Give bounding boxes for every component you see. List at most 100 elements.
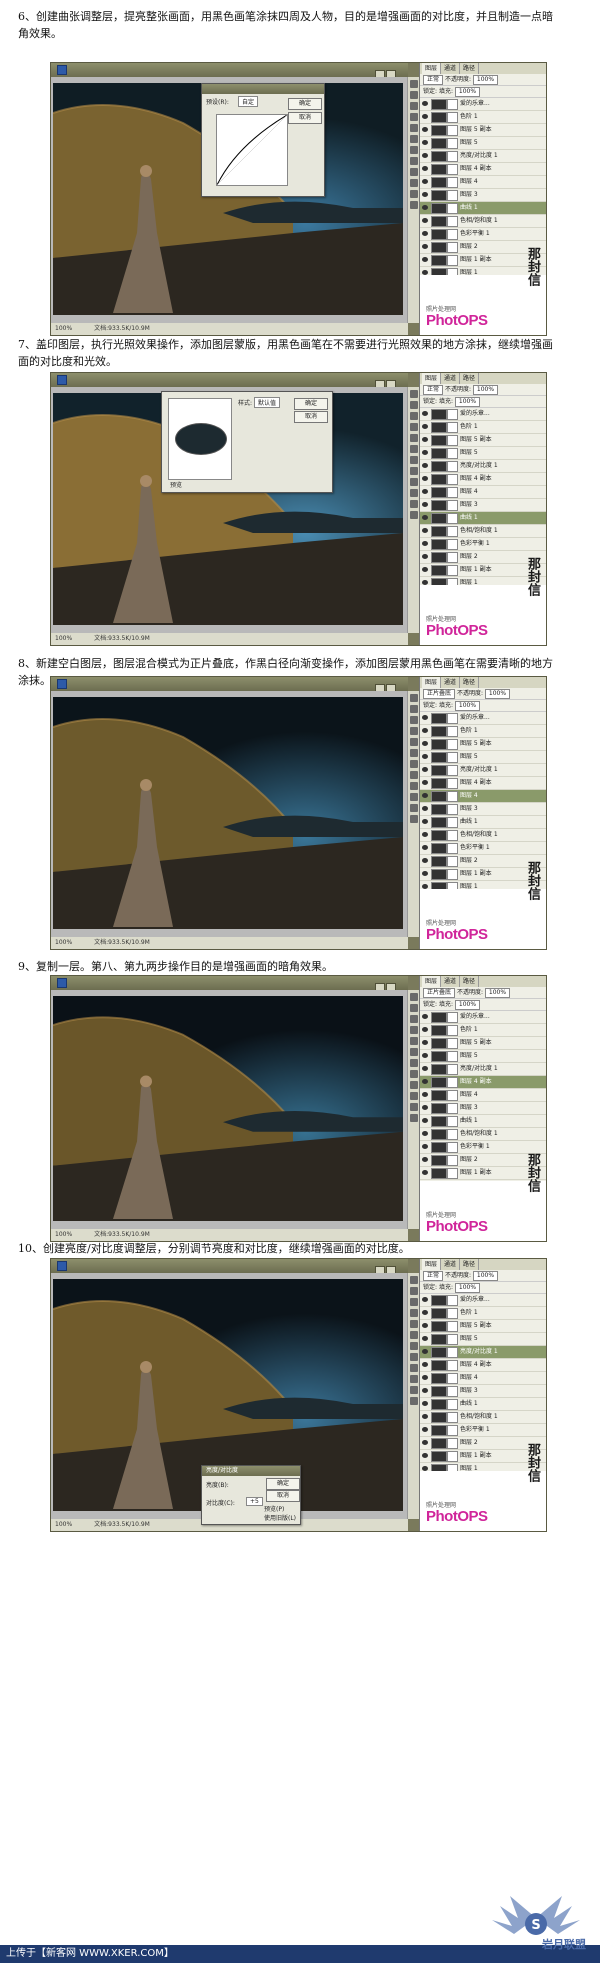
layer-name[interactable]: 图层 5 bbox=[460, 751, 478, 763]
layer-name[interactable]: 爱的乐章... bbox=[460, 712, 490, 724]
history-icon[interactable] bbox=[410, 423, 418, 431]
layer-mask-thumbnail[interactable] bbox=[447, 565, 458, 576]
swatch-icon[interactable] bbox=[410, 168, 418, 176]
swatch-icon[interactable] bbox=[410, 1364, 418, 1372]
color-icon[interactable] bbox=[410, 1375, 418, 1383]
layer-name[interactable]: 色相/饱和度 1 bbox=[460, 215, 498, 227]
layer-mask-thumbnail[interactable] bbox=[447, 1025, 458, 1036]
layer-name[interactable]: 亮度/对比度 1 bbox=[460, 1346, 498, 1358]
brush-icon[interactable] bbox=[410, 401, 418, 409]
layer-mask-thumbnail[interactable] bbox=[447, 1425, 458, 1436]
layer-name[interactable]: 亮度/对比度 1 bbox=[460, 150, 498, 162]
eye-icon[interactable] bbox=[422, 166, 428, 171]
layer-mask-thumbnail[interactable] bbox=[447, 487, 458, 498]
window-controls[interactable] bbox=[374, 978, 404, 1012]
layer-mask-thumbnail[interactable] bbox=[447, 409, 458, 420]
tab-channels[interactable]: 通道 bbox=[441, 63, 461, 74]
scissors-icon[interactable] bbox=[410, 694, 418, 702]
layer-row[interactable]: 图层 3 bbox=[420, 189, 546, 202]
info-icon[interactable] bbox=[410, 146, 418, 154]
blend-mode-select[interactable]: 正常 bbox=[423, 74, 444, 85]
layer-mask-thumbnail[interactable] bbox=[447, 791, 458, 802]
layer-row[interactable]: 图层 3 bbox=[420, 499, 546, 512]
layer-row[interactable]: 图层 5 副本 bbox=[420, 738, 546, 751]
eye-icon[interactable] bbox=[422, 1131, 428, 1136]
nav-icon[interactable] bbox=[410, 511, 418, 519]
layer-row[interactable]: 图层 4 副本 bbox=[420, 163, 546, 176]
layer-name[interactable]: 图层 2 bbox=[460, 1154, 478, 1166]
zoom-readout[interactable]: 100% bbox=[55, 1521, 72, 1528]
layer-row[interactable]: 色阶 1 bbox=[420, 1307, 546, 1320]
layer-row[interactable]: 图层 5 bbox=[420, 751, 546, 764]
layer-name[interactable]: 图层 4 副本 bbox=[460, 473, 492, 485]
nav-icon[interactable] bbox=[410, 1114, 418, 1122]
layer-name[interactable]: 色阶 1 bbox=[460, 111, 478, 123]
opacity-input[interactable]: 100% bbox=[472, 384, 499, 395]
layer-row[interactable]: 亮度/对比度 1 bbox=[420, 460, 546, 473]
layer-mask-thumbnail[interactable] bbox=[447, 190, 458, 201]
eye-icon[interactable] bbox=[422, 101, 428, 106]
fill-input[interactable]: 100% bbox=[454, 700, 481, 711]
eye-icon[interactable] bbox=[422, 871, 428, 876]
eye-icon[interactable] bbox=[422, 1323, 428, 1328]
fill-input[interactable]: 100% bbox=[454, 999, 481, 1010]
color-icon[interactable] bbox=[410, 489, 418, 497]
action-icon[interactable] bbox=[410, 135, 418, 143]
scissors-icon[interactable] bbox=[410, 80, 418, 88]
layer-mask-thumbnail[interactable] bbox=[447, 513, 458, 524]
lasso-icon[interactable] bbox=[410, 1298, 418, 1306]
eye-icon[interactable] bbox=[422, 1079, 428, 1084]
eye-icon[interactable] bbox=[422, 1066, 428, 1071]
layer-row[interactable]: 色阶 1 bbox=[420, 1024, 546, 1037]
eye-icon[interactable] bbox=[422, 1310, 428, 1315]
layer-name[interactable]: 色阶 1 bbox=[460, 1307, 478, 1319]
layer-row[interactable]: 色阶 1 bbox=[420, 421, 546, 434]
layer-name[interactable]: 爱的乐章... bbox=[460, 98, 490, 110]
layer-row[interactable]: 图层 3 bbox=[420, 1385, 546, 1398]
layer-row[interactable]: 色相/饱和度 1 bbox=[420, 1128, 546, 1141]
eye-icon[interactable] bbox=[422, 1414, 428, 1419]
layer-mask-thumbnail[interactable] bbox=[447, 164, 458, 175]
layer-row[interactable]: 图层 5 bbox=[420, 137, 546, 150]
layer-name[interactable]: 图层 4 副本 bbox=[460, 1076, 492, 1088]
nav-icon[interactable] bbox=[410, 201, 418, 209]
layer-name[interactable]: 图层 3 bbox=[460, 1102, 478, 1114]
brush-icon[interactable] bbox=[410, 91, 418, 99]
layer-name[interactable]: 曲线 1 bbox=[460, 202, 478, 214]
zoom-readout[interactable]: 100% bbox=[55, 939, 72, 946]
layer-mask-thumbnail[interactable] bbox=[447, 1334, 458, 1345]
text-icon[interactable] bbox=[410, 1037, 418, 1045]
eye-icon[interactable] bbox=[422, 541, 428, 546]
photo-canvas[interactable] bbox=[53, 697, 403, 929]
layer-mask-thumbnail[interactable] bbox=[447, 869, 458, 880]
layer-mask-thumbnail[interactable] bbox=[447, 1168, 458, 1179]
color-icon[interactable] bbox=[410, 793, 418, 801]
tab-layers[interactable]: 图层 bbox=[422, 373, 442, 384]
fill-input[interactable]: 100% bbox=[454, 86, 481, 97]
eye-icon[interactable] bbox=[422, 1362, 428, 1367]
layer-row[interactable]: 图层 3 bbox=[420, 803, 546, 816]
layer-mask-thumbnail[interactable] bbox=[447, 1038, 458, 1049]
layer-mask-thumbnail[interactable] bbox=[447, 830, 458, 841]
opacity-input[interactable]: 100% bbox=[484, 987, 511, 998]
zoom-readout[interactable]: 100% bbox=[55, 325, 72, 332]
eye-icon[interactable] bbox=[422, 179, 428, 184]
layer-row[interactable]: 图层 4 副本 bbox=[420, 777, 546, 790]
eye-icon[interactable] bbox=[422, 192, 428, 197]
layer-mask-thumbnail[interactable] bbox=[447, 435, 458, 446]
layer-row[interactable]: 色彩平衡 1 bbox=[420, 842, 546, 855]
eye-icon[interactable] bbox=[422, 140, 428, 145]
lasso-icon[interactable] bbox=[410, 102, 418, 110]
layer-row[interactable]: 图层 5 副本 bbox=[420, 434, 546, 447]
eye-icon[interactable] bbox=[422, 858, 428, 863]
tab-layers[interactable]: 图层 bbox=[422, 63, 442, 74]
eye-icon[interactable] bbox=[422, 1401, 428, 1406]
layer-name[interactable]: 图层 4 bbox=[460, 1089, 478, 1101]
layer-name[interactable]: 图层 3 bbox=[460, 803, 478, 815]
layer-mask-thumbnail[interactable] bbox=[447, 843, 458, 854]
tab-layers[interactable]: 图层 bbox=[422, 976, 442, 987]
brush-icon[interactable] bbox=[410, 705, 418, 713]
layer-mask-thumbnail[interactable] bbox=[447, 856, 458, 867]
blend-mode-select[interactable]: 正片叠底 bbox=[423, 987, 456, 998]
layer-mask-thumbnail[interactable] bbox=[447, 765, 458, 776]
